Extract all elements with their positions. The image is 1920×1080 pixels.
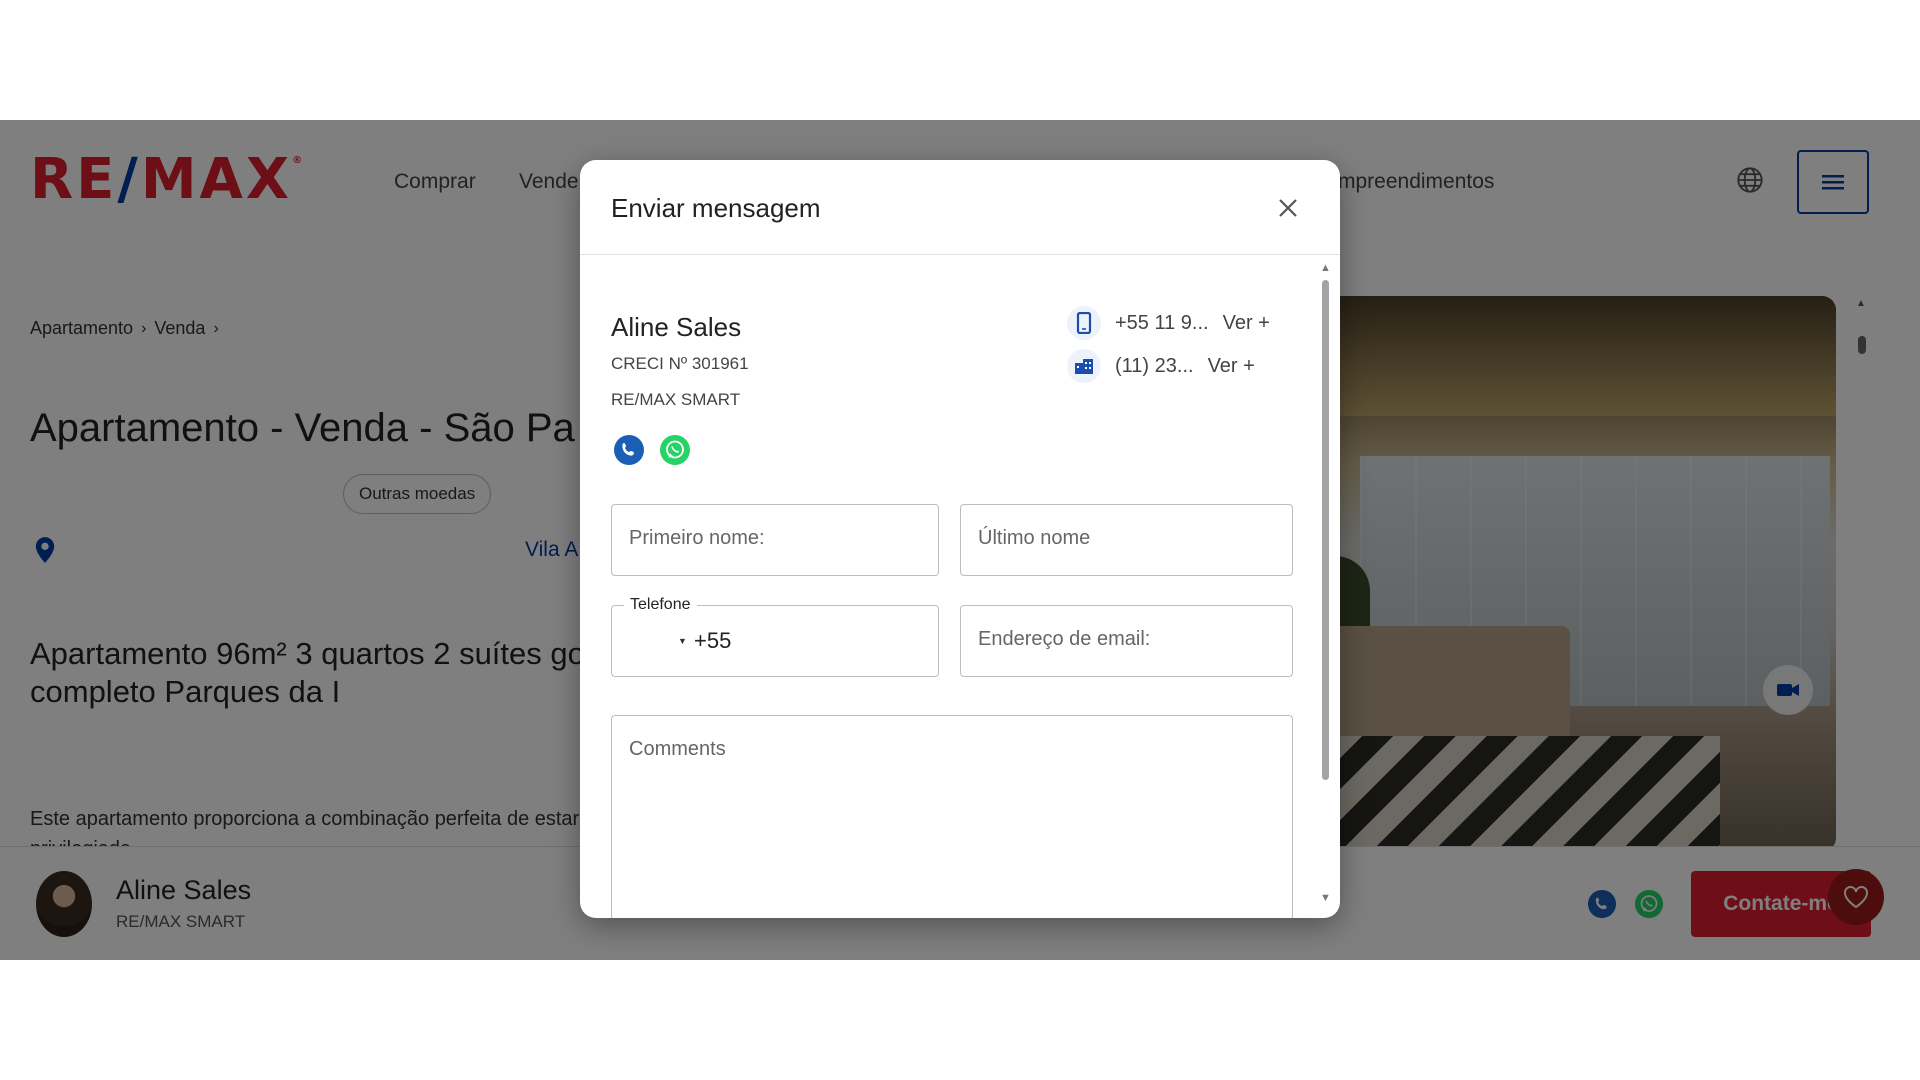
send-message-dialog: Enviar mensagem Aline Sales CRECI Nº 301…: [580, 160, 1340, 918]
comments-placeholder: Comments: [629, 738, 726, 760]
close-button[interactable]: [1270, 190, 1306, 226]
email-field[interactable]: Endereço de email:: [960, 605, 1293, 677]
dialog-title: Enviar mensagem: [611, 193, 821, 223]
dialog-body: Aline Sales CRECI Nº 301961 RE/MAX SMART…: [580, 256, 1340, 918]
scroll-up-arrow-icon[interactable]: ▲: [1320, 262, 1331, 274]
country-dropdown-caret-icon[interactable]: ▼: [678, 636, 687, 646]
phone-field-label: Telefone: [624, 596, 697, 614]
mobile-number: +55 11 9...: [1115, 311, 1209, 334]
mobile-phone-row: +55 11 9... Ver +: [1067, 306, 1270, 340]
office-phone-row: (11) 23... Ver +: [1067, 349, 1255, 383]
agent-name: Aline Sales: [611, 312, 742, 342]
show-mobile-link[interactable]: Ver +: [1223, 312, 1270, 335]
dialog-scrollbar[interactable]: ▲ ▼: [1317, 256, 1333, 918]
comments-textarea[interactable]: Comments: [611, 715, 1293, 918]
phone-field[interactable]: Telefone ▼ +55: [611, 596, 939, 677]
last-name-field[interactable]: Último nome: [960, 504, 1293, 576]
first-name-placeholder: Primeiro nome:: [629, 527, 765, 549]
phone-call-icon[interactable]: [613, 434, 645, 466]
office-building-icon: [1067, 349, 1101, 383]
close-icon: [1279, 199, 1297, 217]
scroll-down-arrow-icon[interactable]: ▼: [1320, 892, 1331, 904]
whatsapp-icon[interactable]: [659, 434, 691, 466]
mobile-phone-icon: [1067, 306, 1101, 340]
show-office-link[interactable]: Ver +: [1208, 355, 1255, 378]
agent-agency: RE/MAX SMART: [611, 390, 741, 409]
phone-country-code: +55: [694, 628, 732, 653]
email-placeholder: Endereço de email:: [978, 628, 1151, 650]
scrollbar-thumb[interactable]: [1322, 280, 1329, 780]
office-number: (11) 23...: [1115, 354, 1194, 377]
last-name-placeholder: Último nome: [978, 527, 1091, 549]
agent-creci: CRECI Nº 301961: [611, 354, 749, 373]
first-name-field[interactable]: Primeiro nome:: [611, 504, 939, 576]
dialog-header: Enviar mensagem: [580, 160, 1340, 255]
